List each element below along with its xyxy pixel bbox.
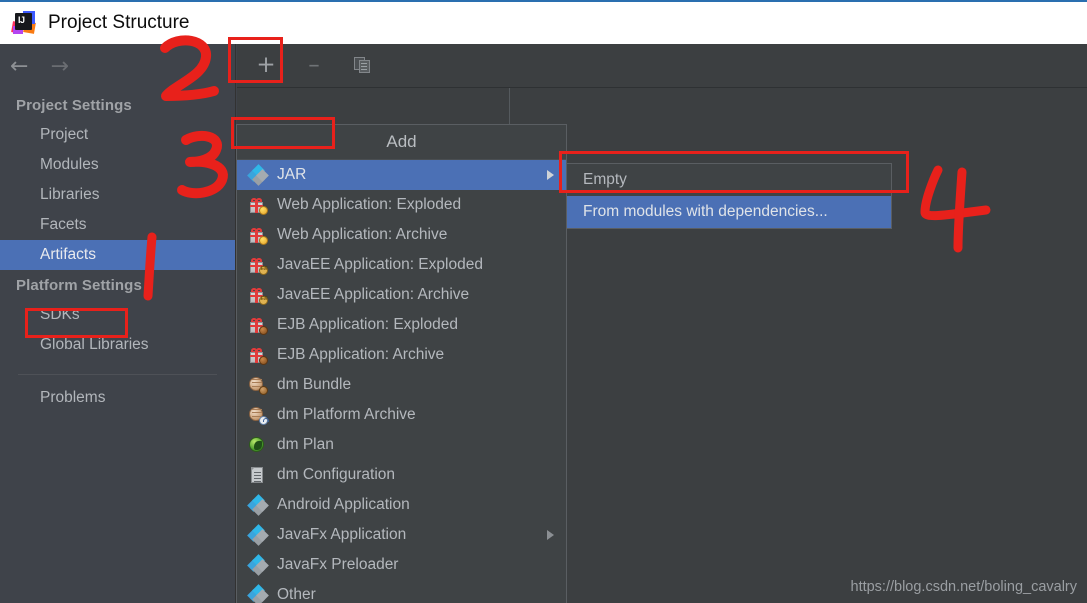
menu-item-label: Android Application	[277, 496, 410, 513]
dm-platform-archive-icon	[249, 406, 269, 425]
menu-item-dm-platform-archive[interactable]: dm Platform Archive	[237, 400, 566, 430]
gift-globe-icon	[249, 196, 268, 215]
sidebar-group-platform-settings: Platform Settings	[16, 277, 142, 294]
sidebar-item-libraries[interactable]: Libraries	[0, 180, 235, 210]
menu-item-javafx-application[interactable]: JavaFx Application	[237, 520, 566, 550]
sidebar-item-artifacts[interactable]: Artifacts	[0, 240, 235, 270]
sidebar-item-problems[interactable]: Problems	[0, 383, 235, 413]
diamond-icon	[247, 494, 269, 516]
menu-item-label: Web Application: Archive	[277, 226, 448, 243]
menu-item-label: dm Platform Archive	[277, 406, 416, 423]
dm-bundle-icon	[249, 376, 268, 395]
sidebar-nav-bar: ← →	[0, 44, 235, 90]
menu-item-ejb-application-exploded[interactable]: EJB Application: Exploded	[237, 310, 566, 340]
sidebar-item-label: Project	[40, 126, 89, 143]
annotation-box-artifacts	[25, 308, 128, 338]
window-title: Project Structure	[48, 12, 190, 33]
menu-item-label: EJB Application: Exploded	[277, 316, 458, 333]
sidebar-group-project-settings: Project Settings	[16, 97, 132, 114]
sidebar-item-label: Global Libraries	[40, 336, 149, 353]
sidebar-item-modules[interactable]: Modules	[0, 150, 235, 180]
diamond-icon	[247, 554, 269, 576]
menu-item-label: JavaFx Application	[277, 526, 407, 543]
sidebar-item-label: Problems	[40, 389, 106, 406]
diamond-icon	[247, 164, 269, 186]
menu-item-web-application-exploded[interactable]: Web Application: Exploded	[237, 190, 566, 220]
window-body: ← → Project Settings Project Modules Lib…	[0, 44, 1087, 603]
menu-item-web-application-archive[interactable]: Web Application: Archive	[237, 220, 566, 250]
gift-ee-icon	[249, 256, 268, 275]
arrow-left-icon[interactable]: ←	[10, 56, 28, 78]
menu-item-javafx-preloader[interactable]: JavaFx Preloader	[237, 550, 566, 580]
sidebar-item-project[interactable]: Project	[0, 120, 235, 150]
plan-globe-icon	[249, 436, 267, 454]
menu-item-label: Web Application: Exploded	[277, 196, 462, 213]
annotation-box-add-button	[228, 37, 283, 83]
watermark-text: https://blog.csdn.net/boling_cavalry	[850, 579, 1078, 595]
sidebar-item-label: Facets	[40, 216, 87, 233]
menu-item-label: dm Bundle	[277, 376, 352, 393]
gift-bean-icon	[249, 346, 268, 365]
menu-item-label: JavaEE Application: Exploded	[277, 256, 483, 273]
menu-item-android-application[interactable]: Android Application	[237, 490, 566, 520]
sidebar-divider	[18, 374, 217, 375]
menu-item-label: Other	[277, 586, 316, 603]
sidebar-item-label: Libraries	[40, 186, 100, 203]
project-structure-window: IJ Project Structure ← → Project Setting…	[0, 0, 1087, 603]
menu-item-label: EJB Application: Archive	[277, 346, 445, 363]
menu-item-dm-configuration[interactable]: dm Configuration	[237, 460, 566, 490]
sidebar-item-facets[interactable]: Facets	[0, 210, 235, 240]
sidebar-item-label: Artifacts	[40, 246, 96, 263]
intellij-idea-icon: IJ	[11, 11, 36, 35]
chevron-right-icon	[547, 530, 554, 540]
menu-item-label: dm Plan	[277, 436, 334, 453]
gift-globe-icon	[249, 226, 268, 245]
submenu-item-label: From modules with dependencies...	[583, 203, 828, 220]
menu-item-label: JavaEE Application: Archive	[277, 286, 470, 303]
menu-item-javaee-application-exploded[interactable]: JavaEE Application: Exploded	[237, 250, 566, 280]
annotation-box-from-modules	[559, 151, 909, 193]
menu-item-label: JavaFx Preloader	[277, 556, 399, 573]
document-icon	[249, 466, 267, 484]
copy-icon	[353, 57, 371, 74]
add-popup-menu: Add JAR Web Application: Exploded Web Ap…	[236, 124, 567, 603]
menu-item-label: JAR	[277, 166, 307, 183]
menu-item-label: dm Configuration	[277, 466, 396, 483]
diamond-icon	[247, 524, 269, 546]
menu-item-jar[interactable]: JAR	[237, 160, 566, 190]
diamond-icon	[247, 584, 269, 603]
remove-button[interactable]: –	[295, 47, 333, 85]
arrow-right-icon[interactable]: →	[50, 56, 68, 78]
copy-button[interactable]	[343, 47, 381, 85]
menu-item-dm-bundle[interactable]: dm Bundle	[237, 370, 566, 400]
menu-item-dm-plan[interactable]: dm Plan	[237, 430, 566, 460]
gift-ee-icon	[249, 286, 268, 305]
gift-bean-icon	[249, 316, 268, 335]
menu-item-javaee-application-archive[interactable]: JavaEE Application: Archive	[237, 280, 566, 310]
annotation-box-jar	[231, 117, 335, 149]
chevron-right-icon	[547, 170, 554, 180]
title-bar: IJ Project Structure	[0, 0, 1087, 44]
sidebar-item-label: Modules	[40, 156, 99, 173]
artifacts-toolbar: + –	[237, 44, 1087, 88]
menu-item-ejb-application-archive[interactable]: EJB Application: Archive	[237, 340, 566, 370]
menu-item-other[interactable]: Other	[237, 580, 566, 603]
submenu-item-from-modules-with-dependencies[interactable]: From modules with dependencies...	[567, 196, 891, 228]
